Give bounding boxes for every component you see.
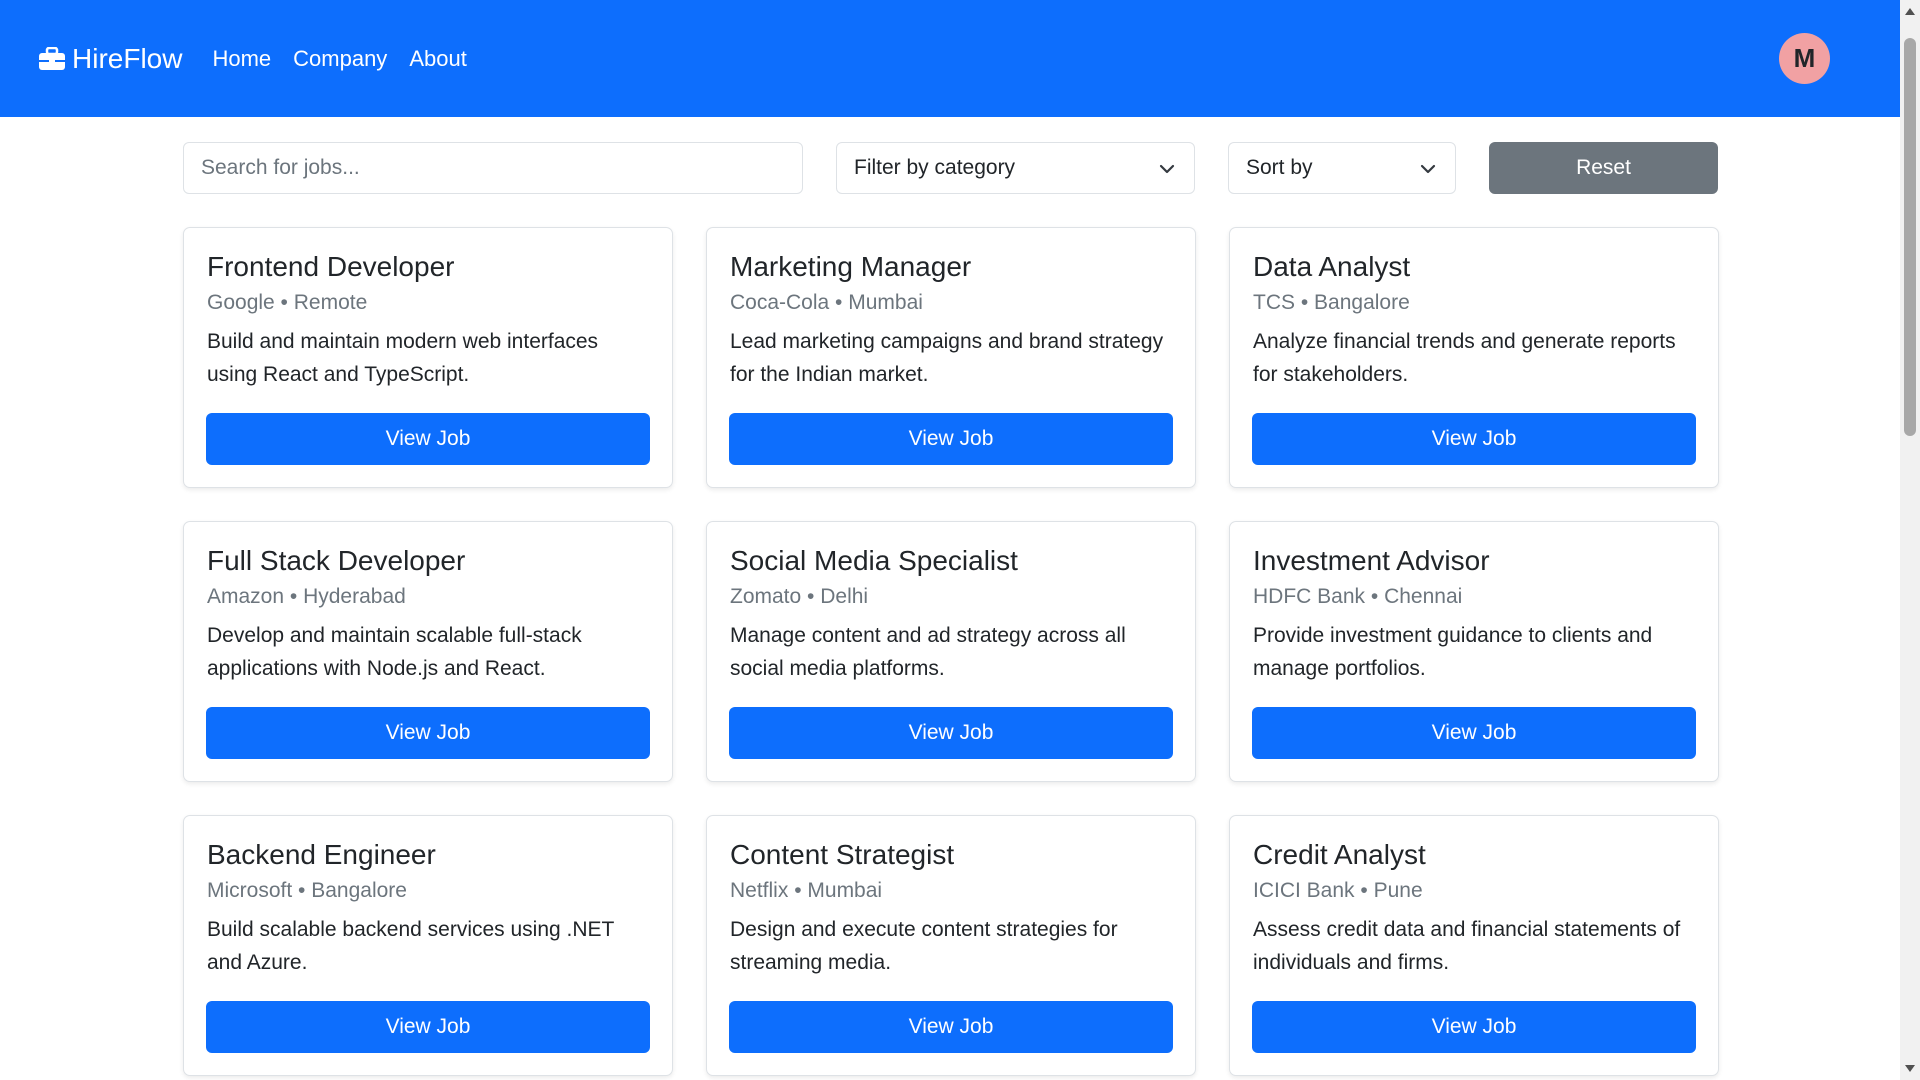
chevron-down-icon [1419, 160, 1437, 178]
navbar: HireFlow Home Company About M [0, 0, 1900, 117]
job-location: Remote [293, 290, 368, 314]
job-meta: ICICI Bank • Pune [1253, 878, 1423, 902]
job-meta: TCS • Bangalore [1253, 290, 1410, 314]
scroll-up-arrow-icon[interactable] [1905, 8, 1915, 15]
job-meta: HDFC Bank • Chennai [1253, 584, 1463, 608]
sort-select-label: Sort by [1246, 156, 1313, 179]
category-select-label: Filter by category [854, 156, 1016, 179]
scrollbar[interactable] [1900, 0, 1920, 1080]
job-title: Marketing Manager [730, 251, 972, 282]
job-card: Frontend Developer Google • Remote Build… [183, 227, 673, 488]
job-title: Data Analyst [1253, 251, 1411, 282]
chevron-down-icon [1158, 160, 1176, 178]
job-location: Bangalore [311, 878, 407, 902]
job-meta: Microsoft • Bangalore [207, 878, 407, 902]
job-title: Social Media Specialist [730, 545, 1018, 576]
job-company: Amazon [207, 584, 285, 608]
job-card: Investment Advisor HDFC Bank • Chennai P… [1229, 521, 1719, 782]
job-description: Assess credit data and financial stateme… [1253, 917, 1681, 974]
scroll-down-arrow-icon[interactable] [1905, 1065, 1915, 1072]
job-location: Delhi [820, 584, 869, 608]
job-company: Zomato [730, 584, 802, 608]
job-company: ICICI Bank [1253, 878, 1355, 902]
job-card: Backend Engineer Microsoft • Bangalore B… [183, 815, 673, 1076]
brand-name: HireFlow [72, 42, 183, 74]
job-title: Content Strategist [730, 839, 955, 870]
job-meta: Google • Remote [207, 290, 368, 314]
job-card: Full Stack Developer Amazon • Hyderabad … [183, 521, 673, 782]
job-description: Lead marketing campaigns and brand strat… [730, 329, 1164, 386]
job-description: Design and execute content strategies fo… [730, 917, 1118, 974]
job-location: Chennai [1384, 584, 1463, 608]
job-location: Bangalore [1314, 290, 1410, 314]
job-description: Build scalable backend services using .N… [207, 917, 614, 974]
view-job-button[interactable]: View Job [1252, 1001, 1696, 1053]
job-description: Build and maintain modern web interfaces… [207, 329, 599, 386]
job-meta: Netflix • Mumbai [730, 878, 883, 902]
view-job-button[interactable]: View Job [729, 1001, 1173, 1053]
nav-link-home[interactable]: Home [212, 46, 271, 72]
job-title: Credit Analyst [1253, 839, 1426, 870]
scrollbar-thumb[interactable] [1904, 38, 1916, 436]
view-job-button[interactable]: View Job [1252, 707, 1696, 759]
job-company: HDFC Bank [1253, 584, 1366, 608]
brand-logo[interactable]: HireFlow [38, 43, 182, 75]
nav-link-company[interactable]: Company [293, 46, 387, 72]
job-meta: Amazon • Hyderabad [207, 584, 406, 608]
job-card: Marketing Manager Coca-Cola • Mumbai Lea… [706, 227, 1196, 488]
job-title: Backend Engineer [207, 839, 436, 870]
job-description: Provide investment guidance to clients a… [1253, 623, 1653, 680]
nav-link-about[interactable]: About [409, 46, 467, 72]
view-job-button[interactable]: View Job [206, 413, 650, 465]
job-card: Content Strategist Netflix • Mumbai Desi… [706, 815, 1196, 1076]
view-job-button[interactable]: View Job [729, 707, 1173, 759]
job-description: Develop and maintain scalable full-stack… [207, 623, 582, 680]
view-job-button[interactable]: View Job [206, 707, 650, 759]
briefcase-icon [38, 46, 66, 71]
job-card: Data Analyst TCS • Bangalore Analyze fin… [1229, 227, 1719, 488]
sort-select[interactable]: Sort by [1228, 142, 1456, 194]
user-avatar[interactable]: M [1779, 33, 1830, 84]
job-location: Mumbai [807, 878, 883, 902]
view-job-button[interactable]: View Job [206, 1001, 650, 1053]
job-company: Netflix [730, 878, 789, 902]
job-location: Pune [1373, 878, 1423, 902]
job-location: Mumbai [848, 290, 923, 314]
search-input[interactable] [183, 142, 803, 194]
view-job-button[interactable]: View Job [1252, 413, 1696, 465]
job-description: Analyze financial trends and generate re… [1253, 329, 1676, 386]
job-description: Manage content and ad strategy across al… [730, 623, 1126, 680]
job-card: Credit Analyst ICICI Bank • Pune Assess … [1229, 815, 1719, 1076]
job-title: Investment Advisor [1253, 545, 1490, 576]
reset-button[interactable]: Reset [1489, 142, 1718, 194]
job-company: Coca-Cola [730, 290, 830, 314]
job-location: Hyderabad [303, 584, 406, 608]
job-grid: Frontend Developer Google • Remote Build… [183, 227, 1719, 1076]
job-company: TCS [1253, 290, 1295, 314]
job-company: Microsoft [207, 878, 293, 902]
job-meta: Coca-Cola • Mumbai [730, 290, 923, 314]
job-card: Social Media Specialist Zomato • Delhi M… [706, 521, 1196, 782]
job-title: Frontend Developer [207, 251, 455, 282]
category-select[interactable]: Filter by category [836, 142, 1195, 194]
view-job-button[interactable]: View Job [729, 413, 1173, 465]
job-title: Full Stack Developer [207, 545, 466, 576]
job-company: Google [207, 290, 275, 314]
job-meta: Zomato • Delhi [730, 584, 869, 608]
